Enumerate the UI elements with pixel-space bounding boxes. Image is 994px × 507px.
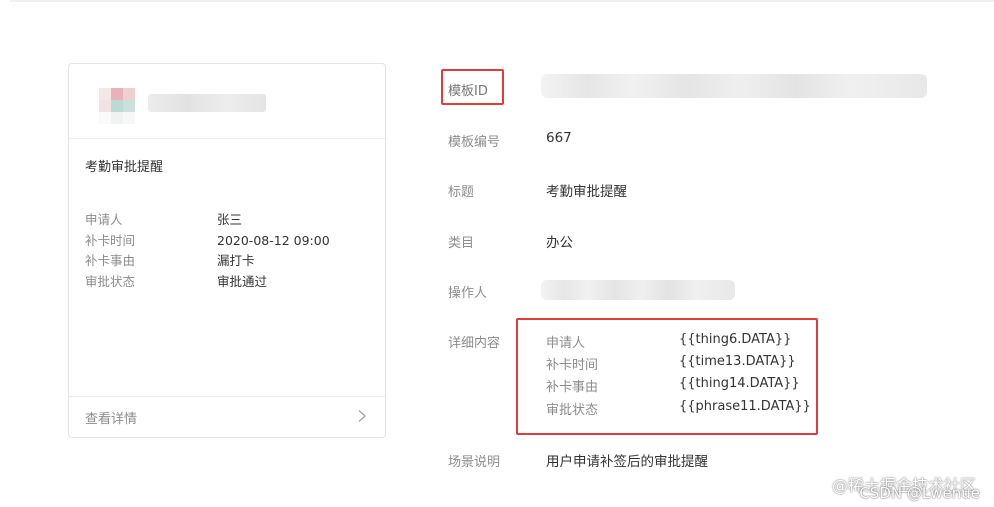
- detail-key: 补卡时间: [546, 358, 599, 373]
- scene-value: 用户申请补签后的审批提醒: [546, 454, 708, 470]
- detail-placeholder: {{thing14.DATA}}: [679, 376, 800, 391]
- blurred-account-name: [148, 94, 266, 112]
- detail-placeholder: {{time13.DATA}}: [679, 354, 796, 369]
- field-value: 审批通过: [217, 274, 268, 289]
- template-no-label: 模板编号: [448, 135, 501, 150]
- card-field-reason: 补卡事由 漏打卡: [85, 250, 255, 269]
- template-no-value: 667: [546, 130, 572, 146]
- watermark-csdn: CSDN @Lwenue: [859, 484, 980, 502]
- field-value: 2020-08-12 09:00: [217, 233, 330, 248]
- blurred-operator: [541, 280, 735, 300]
- detail-placeholder: {{thing6.DATA}}: [679, 332, 792, 347]
- top-divider: [10, 0, 994, 2]
- field-label: 申请人: [85, 212, 123, 227]
- avatar: [99, 88, 135, 124]
- card-field-applicant: 申请人 张三: [85, 209, 242, 228]
- view-details-row[interactable]: 查看详情: [69, 396, 385, 437]
- card-title: 考勤审批提醒: [85, 160, 164, 175]
- detail-placeholder: {{phrase11.DATA}}: [679, 399, 811, 414]
- field-label: 审批状态: [85, 274, 136, 289]
- card-header: [69, 64, 385, 139]
- card-field-time: 补卡时间 2020-08-12 09:00: [85, 230, 330, 249]
- blurred-template-id: [541, 74, 927, 98]
- title-label: 标题: [448, 185, 475, 200]
- detail-key: 审批状态: [546, 403, 599, 418]
- category-label: 类目: [448, 236, 475, 251]
- field-label: 补卡事由: [85, 253, 136, 268]
- detail-key: 申请人: [546, 336, 586, 351]
- operator-label: 操作人: [448, 286, 488, 301]
- detail-key: 补卡事由: [546, 380, 599, 395]
- card-field-status: 审批状态 审批通过: [85, 271, 267, 290]
- message-preview-card: 考勤审批提醒 申请人 张三 补卡时间 2020-08-12 09:00 补卡事由 漏打…: [68, 63, 386, 438]
- scene-label: 场景说明: [448, 455, 501, 470]
- category-value: 办公: [546, 235, 573, 251]
- template-id-label: 模板ID: [448, 84, 488, 99]
- field-value: 张三: [217, 212, 243, 227]
- field-value: 漏打卡: [217, 253, 255, 268]
- field-label: 补卡时间: [85, 233, 136, 248]
- chevron-right-icon: [358, 409, 367, 423]
- view-details-link[interactable]: 查看详情: [85, 408, 137, 427]
- title-value: 考勤审批提醒: [546, 184, 627, 200]
- detail-label: 详细内容: [448, 336, 501, 351]
